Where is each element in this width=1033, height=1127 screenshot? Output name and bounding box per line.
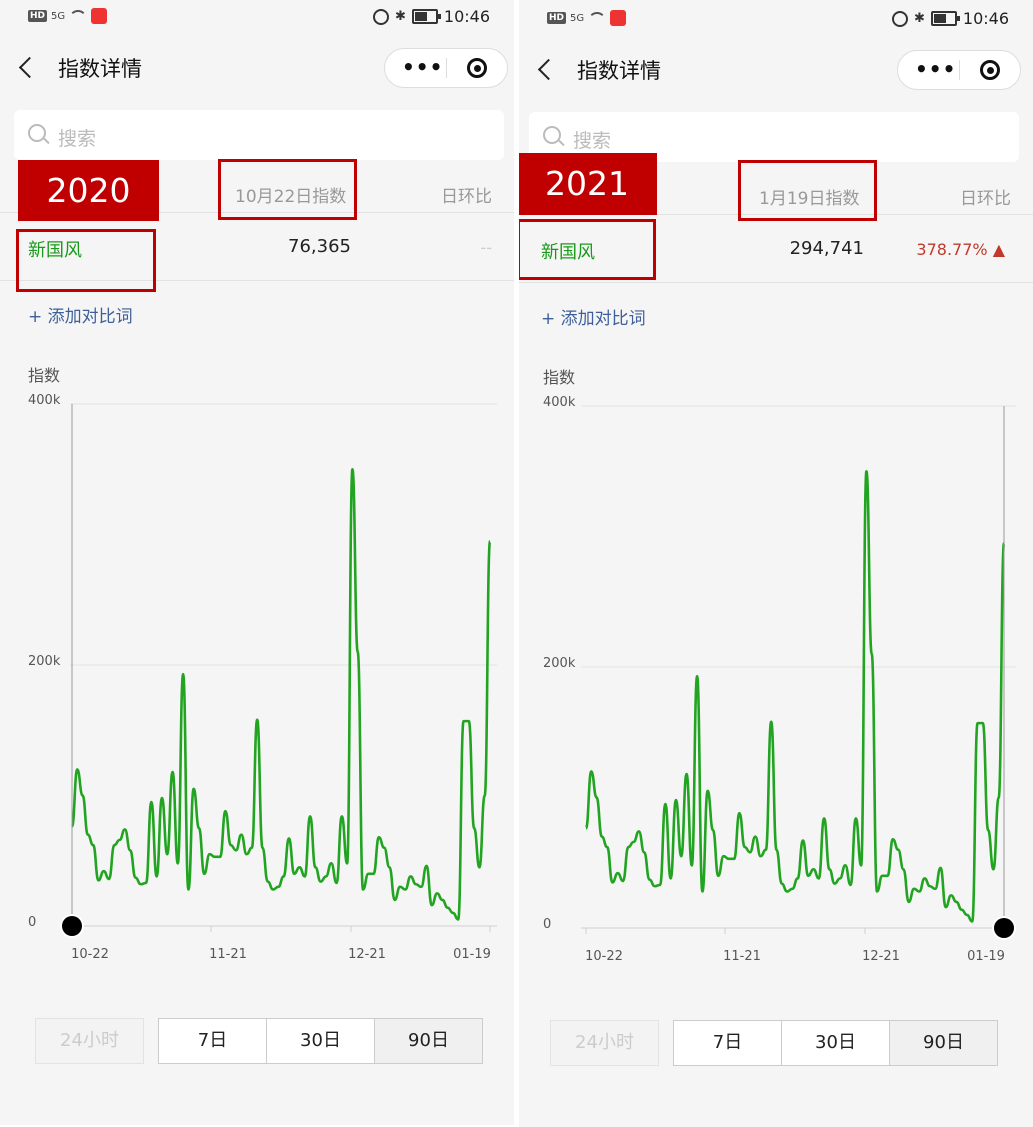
x-tick-label: 01-19 [453, 947, 491, 962]
tab-30d[interactable]: 30日 [267, 1018, 375, 1064]
highlight-box-date [218, 159, 357, 220]
highlight-box-keyword [519, 219, 656, 280]
highlight-box-date [738, 160, 877, 221]
series-line [584, 469, 1006, 923]
cursor-dot [62, 916, 82, 936]
tab-24h: 24小时 [35, 1018, 144, 1064]
x-tick-label: 10-22 [71, 947, 109, 962]
x-tick-label: 12-21 [348, 947, 386, 962]
x-tick-label: 11-21 [723, 949, 761, 964]
panel-2020: HD 5G ✱ 10:46 指数详情 ••• 搜索 10月22日指数 日环比 新… [0, 0, 514, 1125]
x-tick-label: 10-22 [585, 949, 623, 964]
tab-30d[interactable]: 30日 [782, 1020, 890, 1066]
tab-90d[interactable]: 90日 [375, 1018, 483, 1064]
tab-90d[interactable]: 90日 [890, 1020, 998, 1066]
tab-24h: 24小时 [550, 1020, 659, 1066]
range-tabs: 7日 30日 90日 [158, 1018, 483, 1064]
index-line-chart[interactable] [519, 0, 1033, 1000]
highlight-box-keyword [16, 229, 156, 292]
x-tick-label: 01-19 [967, 949, 1005, 964]
year-badge: 2021 [519, 153, 657, 215]
range-tabs: 7日 30日 90日 [673, 1020, 998, 1066]
tab-7d[interactable]: 7日 [673, 1020, 782, 1066]
x-tick-label: 12-21 [862, 949, 900, 964]
panel-2021: HD 5G ✱ 10:46 指数详情 ••• 搜索 1月19日指数 日环比 新国… [519, 0, 1033, 1127]
year-badge: 2020 [18, 160, 159, 221]
index-line-chart[interactable] [0, 0, 514, 998]
x-tick-label: 11-21 [209, 947, 247, 962]
series-line [70, 467, 492, 921]
tab-7d[interactable]: 7日 [158, 1018, 267, 1064]
cursor-dot [994, 918, 1014, 938]
